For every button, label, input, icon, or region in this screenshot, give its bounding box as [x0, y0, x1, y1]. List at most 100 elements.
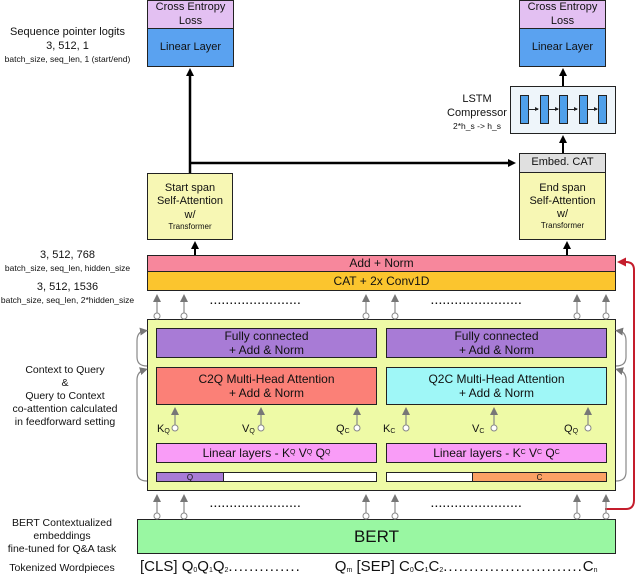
lstm-cell-arrowhead [535, 107, 539, 111]
start-loss-line: Loss [178, 14, 203, 27]
term-main: V [298, 445, 307, 460]
term-sub: Q [289, 448, 296, 456]
lstm-cell-arrowhead [554, 107, 559, 111]
cat-conv-label: CAT + 2x Conv1D [333, 273, 430, 288]
logits-annotation: Sequence pointer logits 3, 512, 1 batch_… [0, 26, 135, 64]
token-q1: Q1 [197, 558, 213, 575]
lstm-cell-arrowhead [593, 107, 598, 111]
upper-token-arrow [153, 294, 161, 320]
lstm-cell-arrowhead [574, 107, 578, 111]
term-sub: C [554, 448, 560, 456]
coattention-line: Query to Context [25, 390, 105, 402]
token-main: Q [197, 558, 209, 575]
token-ellipsis: .............. [228, 558, 301, 575]
c2q-input-k: KQ [157, 423, 170, 436]
coattention-line: Context to Query [25, 364, 105, 376]
end-attn-line: End span [539, 181, 586, 194]
input-main: Q [336, 423, 345, 435]
embed-cat-label: Embed. CAT [531, 156, 594, 169]
end-attn-line: Self-Attention [529, 194, 596, 207]
bert-annotation: BERT Contextualized embeddings fine-tune… [0, 517, 124, 556]
bert-label: BERT [353, 526, 400, 546]
token-ellipsis: ........................... [443, 558, 583, 575]
coattention-annotation: Context to Query & Query to Context co-a… [0, 364, 130, 429]
term-main: V [528, 445, 537, 460]
term-sub: C [537, 448, 543, 456]
token-cn: Cn [583, 558, 598, 575]
token-sep: [SEP] [356, 558, 395, 575]
q2c-fc-line: Fully connected [454, 328, 539, 343]
lower-token-arrow [391, 494, 399, 520]
context-segment: C [472, 472, 607, 482]
linear-prefix: Linear layers - [202, 445, 282, 460]
end-attn-line: Transformer [540, 221, 585, 231]
token-c2: C2 [429, 558, 444, 575]
token-main: C [428, 558, 440, 575]
input-sub: C [344, 428, 350, 435]
c2q-linear-layers: Linear layers - KQ VQ QQ [156, 443, 377, 463]
start-linear-layer: Linear Layer [147, 28, 234, 67]
q2c-input-q: QQ [564, 423, 578, 436]
q2c-attention: Q2C Multi-Head Attention + Add & Norm [386, 367, 607, 405]
start-attn-line: Start span [164, 182, 216, 195]
q2c-input-k: KC [383, 423, 395, 436]
c2q-fully-connected: Fully connected + Add & Norm [156, 328, 377, 358]
skip-connection-left-upper [136, 327, 148, 367]
coattention-line: & [61, 377, 69, 389]
term-sub: Q [324, 448, 331, 456]
token-sub: m [346, 567, 353, 574]
start-loss-line: Cross Entropy [155, 1, 226, 14]
bert-annotation-line: BERT Contextualized [11, 517, 112, 529]
input-main: Q [564, 423, 573, 435]
lstm-cell [520, 95, 529, 124]
embed-cat-box: Embed. CAT [519, 153, 606, 173]
ellipsis-lower-left: ....................... [210, 499, 302, 510]
term-main: Q [545, 445, 555, 460]
token-main: Q [181, 558, 194, 575]
end-linear-label: Linear Layer [531, 40, 594, 53]
term-sub: Q [306, 448, 313, 456]
query-segment-label: Q [186, 472, 194, 482]
start-attn-line: Transformer [168, 221, 212, 231]
c2q-attention: C2Q Multi-Head Attention + Add & Norm [156, 367, 377, 405]
token-cls: [CLS] [140, 558, 178, 575]
add-norm-bar: Add + Norm [147, 255, 616, 272]
q2c-input-v: VC [472, 423, 484, 436]
end-loss-line: Loss [550, 14, 575, 27]
lstm-cell [559, 95, 568, 124]
ellipsis-upper-right: ....................... [431, 296, 523, 307]
concat-annotation: 3, 512, 1536 batch_size, seq_len, 2*hidd… [0, 281, 135, 305]
logits-shape: 3, 512, 1 [46, 39, 89, 52]
term-main: Q [315, 445, 325, 460]
hidden-dims: batch_size, seq_len, hidden_size [4, 262, 131, 273]
input-sub: Q [572, 428, 579, 435]
lstm-line: LSTM [462, 93, 492, 105]
coattention-line: co-attention calculated [12, 403, 118, 415]
token-main: Q [212, 558, 225, 575]
c2q-input-v: VQ [242, 423, 255, 436]
start-attn-line: w/ [184, 208, 196, 221]
cat-conv-bar: CAT + 2x Conv1D [147, 271, 616, 291]
lower-token-arrow [153, 494, 161, 520]
end-linear-layer: Linear Layer [519, 28, 606, 67]
ellipsis-upper-left: ....................... [210, 296, 302, 307]
tokens-annotation: Tokenized Wordpieces [9, 562, 115, 574]
bert-annotation-line: embeddings [33, 530, 91, 542]
token-sub: n [593, 567, 598, 574]
token-sequence: [CLS] Q0Q1Q2.............. Qm [SEP] C0C1C… [140, 558, 598, 580]
end-loss-box: Cross Entropy Loss [519, 0, 606, 29]
linear-prefix: Linear layers - [433, 445, 513, 460]
token-c0: C0 [399, 558, 414, 575]
c2q-fc-line: Fully connected [224, 328, 309, 343]
lstm-cell [578, 95, 588, 124]
upper-token-arrow [362, 294, 370, 320]
context-segment-label: C [536, 472, 543, 482]
lstm-cell [598, 95, 607, 124]
input-sub: Q [249, 428, 255, 435]
skip-connection-right-lower [615, 367, 627, 482]
hidden-annotation: 3, 512, 768 batch_size, seq_len, hidden_… [0, 249, 135, 273]
end-span-attention: End span Self-Attention w/ Transformer [519, 172, 606, 240]
upper-token-arrow [602, 294, 610, 320]
upper-token-arrow [573, 294, 581, 320]
token-qm: Qm [335, 558, 353, 575]
